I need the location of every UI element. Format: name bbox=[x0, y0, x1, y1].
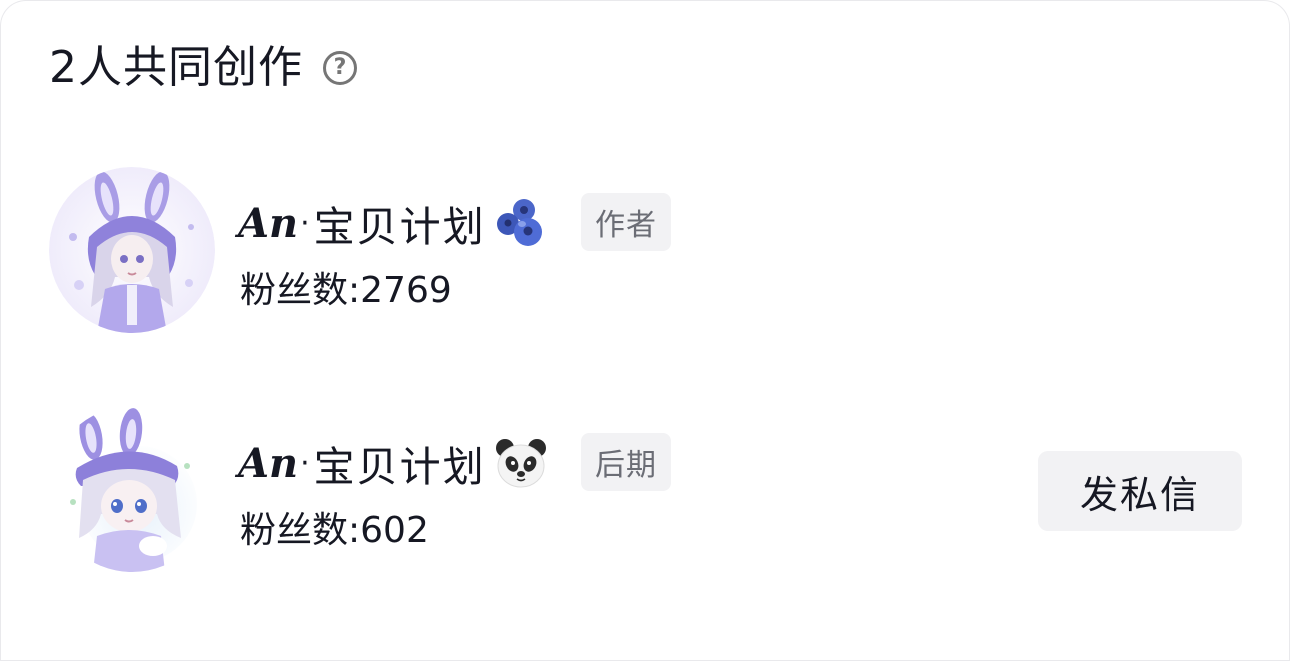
creator-row[interactable]: 𝑨𝒏 · 宝贝计划 后期 粉丝数: 602 发私信 bbox=[0, 406, 1290, 576]
panda-face-icon bbox=[495, 439, 546, 488]
avatar-illustration bbox=[49, 406, 215, 572]
creator-name-text: 宝贝计划 bbox=[313, 203, 486, 251]
creator-name[interactable]: 𝑨𝒏 · 宝贝计划 bbox=[238, 193, 548, 253]
fans-count: 粉丝数: 2769 bbox=[240, 269, 452, 313]
creator-name-decorative: 𝑨𝒏 bbox=[238, 199, 299, 247]
creator-name[interactable]: 𝑨𝒏 · 宝贝计划 bbox=[238, 433, 548, 493]
collaboration-sheet: 2人共同创作 ? 𝑨𝒏 · 宝贝计划 作者 粉丝数: 2769 𝑨𝒏 · 宝贝计… bbox=[0, 0, 1290, 661]
creator-row[interactable]: 𝑨𝒏 · 宝贝计划 作者 粉丝数: 2769 bbox=[0, 167, 1290, 337]
sheet-title: 2人共同创作 bbox=[49, 42, 303, 93]
avatar-illustration bbox=[49, 167, 215, 333]
creator-name-text: 宝贝计划 bbox=[313, 443, 486, 491]
fans-label: 粉丝数: bbox=[240, 510, 361, 551]
fans-count: 粉丝数: 602 bbox=[240, 509, 429, 553]
sheet-header: 2人共同创作 ? bbox=[49, 38, 357, 98]
creator-name-separator: · bbox=[300, 445, 310, 481]
send-message-button[interactable]: 发私信 bbox=[1038, 451, 1242, 531]
creator-name-decorative: 𝑨𝒏 bbox=[238, 439, 299, 487]
avatar[interactable] bbox=[49, 167, 215, 333]
avatar[interactable] bbox=[49, 406, 215, 572]
creator-name-separator: · bbox=[300, 205, 310, 241]
help-icon[interactable]: ? bbox=[323, 51, 357, 85]
fans-label: 粉丝数: bbox=[240, 270, 361, 311]
fans-value: 2769 bbox=[360, 270, 452, 311]
blueberries-icon bbox=[496, 199, 542, 246]
fans-value: 602 bbox=[360, 510, 429, 551]
role-tag-post-production: 后期 bbox=[581, 433, 671, 491]
role-tag-author: 作者 bbox=[581, 193, 671, 251]
